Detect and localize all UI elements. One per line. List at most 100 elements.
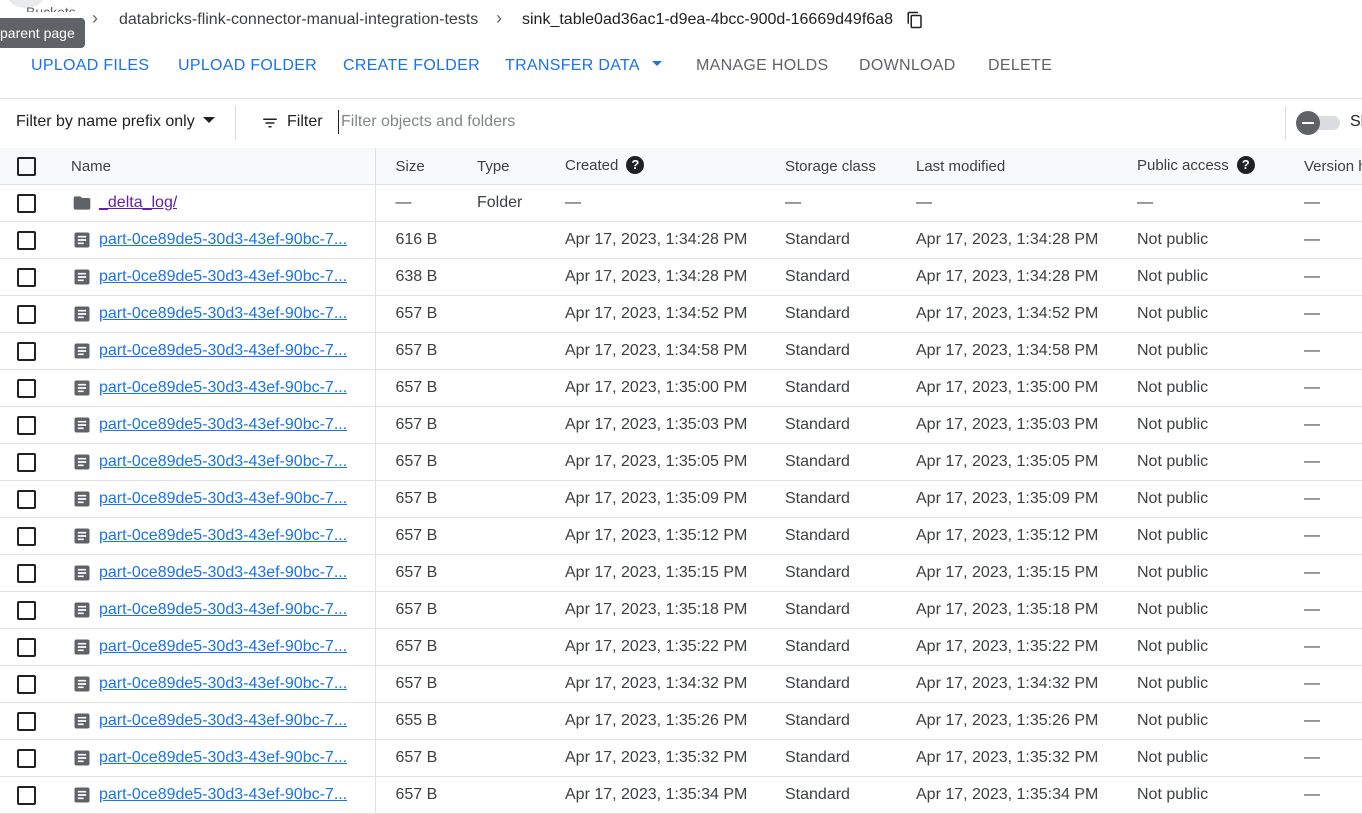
upload-files-button[interactable]: UPLOAD FILES	[31, 57, 149, 75]
object-name-link[interactable]: part-0ce89de5-30d3-43ef-90bc-7...	[99, 305, 347, 323]
delete-button[interactable]: DELETE	[988, 57, 1052, 75]
column-header-last-modified[interactable]: Last modified	[893, 148, 1114, 185]
object-name-link[interactable]: part-0ce89de5-30d3-43ef-90bc-7...	[99, 638, 347, 656]
column-header-type[interactable]: Type	[457, 148, 542, 185]
column-header-created[interactable]: Created?	[542, 148, 762, 185]
row-checkbox[interactable]	[17, 452, 36, 472]
version-history-cell: —	[1280, 517, 1362, 555]
table-header-row: Name Size Type Created? Storage class La…	[0, 148, 1362, 185]
table-row-0[interactable]: _delta_log/ — Folder — — — — —	[0, 184, 1362, 222]
table-row-11[interactable]: part-0ce89de5-30d3-43ef-90bc-7... 657 B …	[0, 591, 1362, 629]
object-name-link[interactable]: part-0ce89de5-30d3-43ef-90bc-7...	[99, 527, 347, 545]
table-row-8[interactable]: part-0ce89de5-30d3-43ef-90bc-7... 657 B …	[0, 480, 1362, 518]
column-header-public-access[interactable]: Public access?	[1114, 148, 1280, 185]
row-checkbox[interactable]	[17, 341, 36, 361]
table-row-15[interactable]: part-0ce89de5-30d3-43ef-90bc-7... 657 B …	[0, 739, 1362, 777]
row-checkbox[interactable]	[17, 230, 36, 250]
object-name-link[interactable]: part-0ce89de5-30d3-43ef-90bc-7...	[99, 564, 347, 582]
type-cell	[457, 443, 542, 481]
table-row-9[interactable]: part-0ce89de5-30d3-43ef-90bc-7... 657 B …	[0, 517, 1362, 555]
column-header-version-history[interactable]: Version h	[1280, 148, 1362, 185]
object-name-link[interactable]: part-0ce89de5-30d3-43ef-90bc-7...	[99, 231, 347, 249]
table-row-6[interactable]: part-0ce89de5-30d3-43ef-90bc-7... 657 B …	[0, 406, 1362, 444]
storage-class-cell: Standard	[762, 628, 893, 666]
object-name-link[interactable]: part-0ce89de5-30d3-43ef-90bc-7...	[99, 490, 347, 508]
name-cell-content: part-0ce89de5-30d3-43ef-90bc-7...	[71, 267, 374, 287]
select-all-checkbox[interactable]	[17, 156, 36, 176]
upload-folder-button[interactable]: UPLOAD FOLDER	[178, 57, 317, 75]
table-row-4[interactable]: part-0ce89de5-30d3-43ef-90bc-7... 657 B …	[0, 332, 1362, 370]
help-icon[interactable]: ?	[1236, 156, 1255, 175]
table-row-12[interactable]: part-0ce89de5-30d3-43ef-90bc-7... 657 B …	[0, 628, 1362, 666]
object-name-link[interactable]: part-0ce89de5-30d3-43ef-90bc-7...	[99, 601, 347, 619]
name-cell: part-0ce89de5-30d3-43ef-90bc-7...	[56, 665, 376, 703]
storage-class-cell: Standard	[762, 332, 893, 370]
file-icon	[72, 304, 92, 324]
row-checkbox[interactable]	[17, 674, 36, 694]
row-checkbox[interactable]	[17, 489, 36, 509]
public-access-cell: Not public	[1114, 369, 1280, 407]
table-row-7[interactable]: part-0ce89de5-30d3-43ef-90bc-7... 657 B …	[0, 443, 1362, 481]
column-header-storage-class[interactable]: Storage class	[762, 148, 893, 185]
object-name-link[interactable]: part-0ce89de5-30d3-43ef-90bc-7...	[99, 379, 347, 397]
table-row-10[interactable]: part-0ce89de5-30d3-43ef-90bc-7... 657 B …	[0, 554, 1362, 592]
row-checkbox[interactable]	[17, 563, 36, 583]
row-checkbox[interactable]	[17, 637, 36, 657]
transfer-data-button[interactable]: TRANSFER DATA	[505, 57, 662, 75]
storage-class-cell: Standard	[762, 258, 893, 296]
show-deleted-toggle[interactable]	[1296, 111, 1342, 135]
size-cell: 638 B	[375, 258, 457, 296]
chevron-right-icon: ›	[496, 8, 502, 28]
object-name-link[interactable]: part-0ce89de5-30d3-43ef-90bc-7...	[99, 268, 347, 286]
create-folder-button[interactable]: CREATE FOLDER	[343, 57, 480, 75]
object-name-link[interactable]: part-0ce89de5-30d3-43ef-90bc-7...	[99, 749, 347, 767]
object-name-link[interactable]: part-0ce89de5-30d3-43ef-90bc-7...	[99, 786, 347, 804]
copy-icon[interactable]	[906, 11, 924, 29]
size-cell: 655 B	[375, 702, 457, 740]
version-history-cell: —	[1280, 628, 1362, 666]
object-name-link[interactable]: part-0ce89de5-30d3-43ef-90bc-7...	[99, 712, 347, 730]
object-name-link[interactable]: part-0ce89de5-30d3-43ef-90bc-7...	[99, 342, 347, 360]
size-cell: 657 B	[375, 554, 457, 592]
download-button[interactable]: DOWNLOAD	[859, 57, 956, 75]
table-row-16[interactable]: part-0ce89de5-30d3-43ef-90bc-7... 657 B …	[0, 776, 1362, 814]
table-row-13[interactable]: part-0ce89de5-30d3-43ef-90bc-7... 657 B …	[0, 665, 1362, 703]
filter-input[interactable]	[338, 110, 1241, 134]
public-access-cell: Not public	[1114, 554, 1280, 592]
prefix-filter-dropdown[interactable]: Filter by name prefix only	[16, 113, 215, 131]
last-modified-cell: Apr 17, 2023, 1:34:52 PM	[893, 295, 1114, 333]
row-select-cell	[0, 739, 56, 777]
type-cell	[457, 480, 542, 518]
object-name-link[interactable]: part-0ce89de5-30d3-43ef-90bc-7...	[99, 453, 347, 471]
row-select-cell	[0, 369, 56, 407]
row-checkbox[interactable]	[17, 304, 36, 324]
object-name-link[interactable]: _delta_log/	[99, 194, 177, 212]
row-checkbox[interactable]	[17, 600, 36, 620]
size-cell: 657 B	[375, 517, 457, 555]
row-select-cell	[0, 554, 56, 592]
row-checkbox[interactable]	[17, 711, 36, 731]
storage-class-cell: Standard	[762, 406, 893, 444]
object-name-link[interactable]: part-0ce89de5-30d3-43ef-90bc-7...	[99, 675, 347, 693]
row-checkbox[interactable]	[17, 193, 36, 213]
manage-holds-button[interactable]: MANAGE HOLDS	[696, 57, 829, 75]
row-checkbox[interactable]	[17, 785, 36, 805]
table-row-2[interactable]: part-0ce89de5-30d3-43ef-90bc-7... 638 B …	[0, 258, 1362, 296]
row-checkbox[interactable]	[17, 748, 36, 768]
table-row-14[interactable]: part-0ce89de5-30d3-43ef-90bc-7... 655 B …	[0, 702, 1362, 740]
column-header-name[interactable]: Name	[56, 148, 376, 185]
object-name-link[interactable]: part-0ce89de5-30d3-43ef-90bc-7...	[99, 416, 347, 434]
row-checkbox[interactable]	[17, 378, 36, 398]
breadcrumb-bucket-link[interactable]: databricks-flink-connector-manual-integr…	[119, 11, 478, 29]
created-cell: Apr 17, 2023, 1:34:58 PM	[542, 332, 762, 370]
help-icon[interactable]: ?	[626, 156, 645, 175]
row-select-cell	[0, 702, 56, 740]
row-checkbox[interactable]	[17, 267, 36, 287]
row-checkbox[interactable]	[17, 526, 36, 546]
table-row-3[interactable]: part-0ce89de5-30d3-43ef-90bc-7... 657 B …	[0, 295, 1362, 333]
public-access-cell: Not public	[1114, 443, 1280, 481]
row-checkbox[interactable]	[17, 415, 36, 435]
table-row-1[interactable]: part-0ce89de5-30d3-43ef-90bc-7... 616 B …	[0, 221, 1362, 259]
table-row-5[interactable]: part-0ce89de5-30d3-43ef-90bc-7... 657 B …	[0, 369, 1362, 407]
column-header-size[interactable]: Size	[375, 148, 457, 185]
